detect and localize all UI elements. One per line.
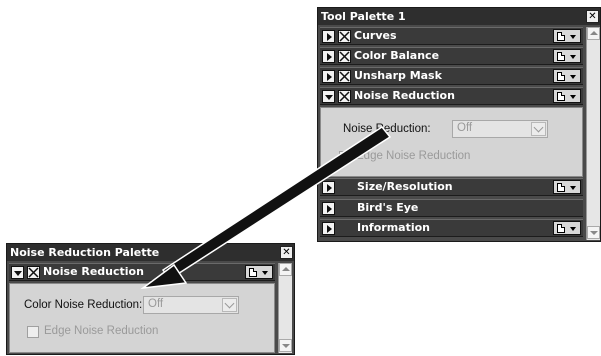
page-icon	[249, 268, 257, 277]
chevron-down-icon[interactable]	[222, 298, 237, 312]
expand-triangle-icon[interactable]	[322, 50, 335, 63]
tool-row-label: Color Balance	[354, 49, 440, 62]
collapse-triangle-icon[interactable]	[322, 90, 335, 103]
close-icon[interactable]: ✕	[586, 10, 599, 23]
color-noise-select[interactable]: Off	[143, 296, 239, 314]
tool-row-noise-reduction[interactable]: Noise Reduction	[320, 87, 583, 105]
expand-triangle-icon[interactable]	[322, 222, 335, 235]
tool-row-color-balance[interactable]: Color Balance	[320, 47, 583, 65]
tool-row-label: Size/Resolution	[357, 180, 453, 193]
chevron-down-icon	[570, 55, 576, 59]
page-icon	[557, 183, 565, 192]
noise-palette-header-label: Noise Reduction	[43, 265, 144, 278]
row-menu-button[interactable]	[553, 89, 581, 103]
expand-triangle-icon[interactable]	[322, 70, 335, 83]
tool-palette-scrollbar[interactable]	[586, 27, 600, 240]
page-icon	[557, 52, 565, 61]
row-menu-button[interactable]	[553, 49, 581, 63]
tool-palette-titlebar[interactable]: Tool Palette 1 ✕	[318, 8, 600, 25]
tool-row-size-resolution[interactable]: Size/Resolution	[320, 178, 583, 196]
noise-palette-scrollbar[interactable]	[278, 263, 292, 353]
tool-palette-title: Tool Palette 1	[321, 10, 406, 23]
page-icon	[557, 224, 565, 233]
chevron-down-icon	[570, 186, 576, 190]
tool-row-label: Noise Reduction	[354, 89, 455, 102]
expand-triangle-icon[interactable]	[322, 202, 335, 215]
expand-triangle-icon[interactable]	[322, 181, 335, 194]
color-noise-value: Off	[148, 298, 164, 310]
page-icon	[557, 92, 565, 101]
chevron-down-icon[interactable]	[531, 122, 546, 136]
tool-row-label: Bird's Eye	[357, 201, 419, 214]
edge-noise-checkbox[interactable]	[339, 151, 351, 163]
chevron-down-icon	[262, 271, 268, 275]
edge-noise-label: Edge Noise Reduction	[356, 150, 471, 162]
scroll-down-icon[interactable]	[587, 226, 600, 239]
noise-reduction-palette-window: Noise Reduction Palette ✕ Noise Reductio…	[6, 243, 295, 355]
noise-palette-titlebar[interactable]: Noise Reduction Palette ✕	[7, 244, 294, 261]
enable-checkbox-icon[interactable]	[338, 90, 351, 103]
chevron-down-icon	[570, 35, 576, 39]
tool-row-label: Curves	[354, 29, 397, 42]
tool-row-birds-eye[interactable]: Bird's Eye	[320, 199, 583, 217]
tool-palette-window: Tool Palette 1 ✕ Curves Color Balance Un	[317, 7, 601, 242]
collapse-triangle-icon[interactable]	[11, 266, 24, 279]
color-noise-value: Off	[457, 122, 473, 134]
enable-checkbox-icon[interactable]	[338, 50, 351, 63]
tool-row-label: Information	[357, 221, 430, 234]
row-menu-button[interactable]	[553, 221, 581, 235]
edge-noise-checkbox[interactable]	[27, 326, 39, 338]
enable-checkbox-icon[interactable]	[338, 30, 351, 43]
page-icon	[557, 32, 565, 41]
tool-row-curves[interactable]: Curves	[320, 27, 583, 45]
color-noise-label: Color Noise Reduction:	[24, 299, 143, 311]
enable-checkbox-icon[interactable]	[27, 266, 40, 279]
chevron-down-icon	[570, 227, 576, 231]
tool-row-information[interactable]: Information	[320, 219, 583, 237]
color-noise-label: Noise Reduction:	[343, 123, 431, 135]
expand-triangle-icon[interactable]	[322, 30, 335, 43]
noise-palette-title: Noise Reduction Palette	[10, 246, 160, 259]
scroll-up-icon[interactable]	[279, 263, 292, 276]
noise-palette-header-row[interactable]: Noise Reduction	[9, 263, 275, 281]
page-icon	[557, 72, 565, 81]
tool-row-label: Unsharp Mask	[354, 69, 442, 82]
row-menu-button[interactable]	[553, 180, 581, 194]
chevron-down-icon	[570, 75, 576, 79]
noise-reduction-panel: Noise Reduction: Off Edge Noise Reductio…	[320, 107, 583, 177]
tool-row-unsharp-mask[interactable]: Unsharp Mask	[320, 67, 583, 85]
color-noise-select[interactable]: Off	[452, 120, 548, 138]
scroll-up-icon[interactable]	[587, 27, 600, 40]
edge-noise-label: Edge Noise Reduction	[44, 325, 159, 337]
close-icon[interactable]: ✕	[280, 246, 293, 259]
scroll-down-icon[interactable]	[279, 339, 292, 352]
row-menu-button[interactable]	[553, 69, 581, 83]
noise-palette-panel: Color Noise Reduction: Off Edge Noise Re…	[9, 283, 275, 353]
enable-checkbox-icon[interactable]	[338, 70, 351, 83]
row-menu-button[interactable]	[553, 29, 581, 43]
row-menu-button[interactable]	[245, 265, 273, 279]
chevron-down-icon	[570, 95, 576, 99]
